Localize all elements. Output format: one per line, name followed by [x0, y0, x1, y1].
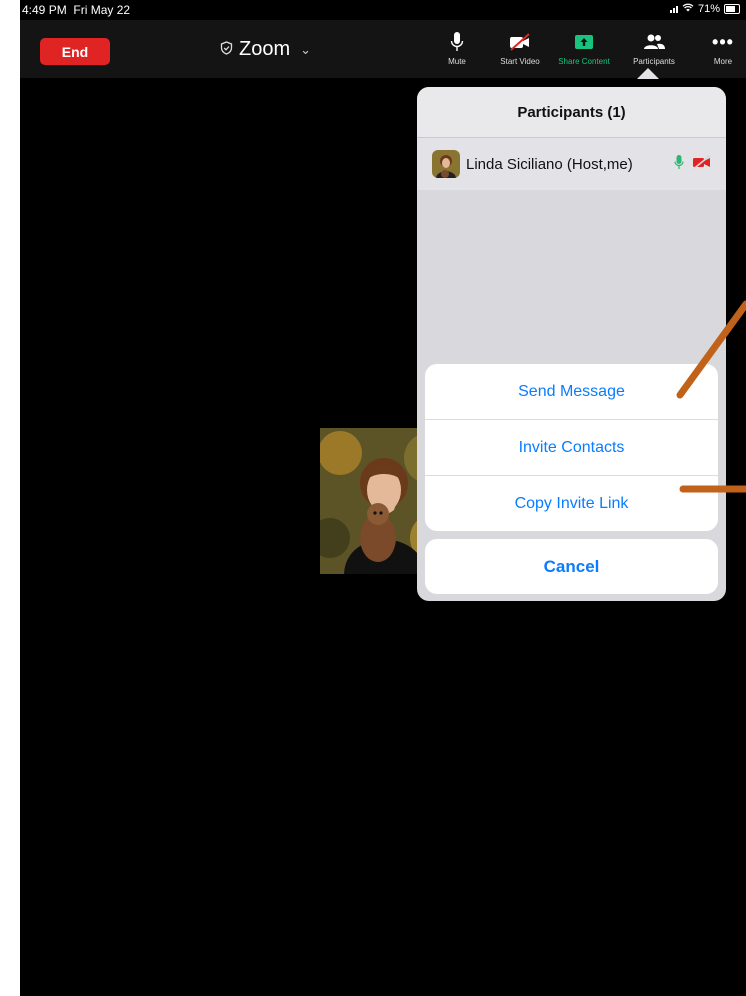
mute-button[interactable]: Mute	[443, 30, 471, 76]
share-content-label: Share Content	[558, 57, 610, 66]
mute-label: Mute	[448, 57, 466, 66]
participants-panel: Participants (1) Linda Siciliano (Host,m…	[417, 87, 726, 601]
participant-name: Linda Siciliano (Host,me)	[466, 155, 633, 173]
end-button[interactable]: End	[40, 38, 110, 65]
share-content-button[interactable]: Share Content	[543, 30, 625, 76]
microphone-green-icon	[674, 154, 684, 174]
meeting-title[interactable]: Zoom ⌄	[220, 38, 311, 61]
microphone-icon	[450, 30, 464, 54]
copy-invite-link-button[interactable]: Copy Invite Link	[425, 476, 718, 531]
signal-icon	[669, 5, 678, 13]
status-time: 4:49 PM	[22, 3, 67, 17]
start-video-button[interactable]: Start Video	[495, 30, 545, 76]
status-date: Fri May 22	[73, 3, 131, 17]
participants-panel-title: Participants (1)	[417, 87, 726, 138]
battery-percent: 71%	[697, 3, 720, 15]
participants-label: Participants	[633, 57, 675, 66]
battery-icon	[724, 4, 740, 14]
status-bar: 4:49 PM Fri May 22 71%	[20, 0, 746, 20]
participant-avatar	[432, 150, 460, 178]
popover-caret	[637, 68, 659, 79]
more-icon: •••	[712, 31, 734, 52]
participants-icon	[642, 30, 666, 54]
send-message-button[interactable]: Send Message	[425, 364, 718, 420]
invite-contacts-button[interactable]: Invite Contacts	[425, 420, 718, 476]
share-screen-icon	[574, 30, 594, 54]
video-off-icon	[508, 30, 532, 54]
status-time-date: 4:49 PM Fri May 22	[22, 3, 130, 17]
status-right: 71%	[669, 3, 740, 15]
participant-row[interactable]: Linda Siciliano (Host,me)	[417, 138, 726, 190]
participant-status-icons	[674, 154, 712, 174]
invite-action-sheet: Send Message Invite Contacts Copy Invite…	[425, 364, 718, 531]
more-button[interactable]: ••• More	[710, 30, 736, 76]
cancel-button[interactable]: Cancel	[425, 539, 718, 594]
chevron-down-icon: ⌄	[300, 41, 312, 57]
shield-check-icon	[220, 38, 233, 61]
start-video-label: Start Video	[500, 57, 540, 66]
video-off-red-icon	[692, 154, 712, 173]
meeting-title-text: Zoom	[239, 38, 291, 60]
wifi-icon	[682, 3, 694, 15]
more-label: More	[713, 57, 733, 66]
